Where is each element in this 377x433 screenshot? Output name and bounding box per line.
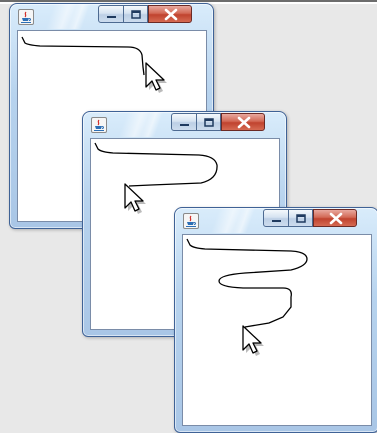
- close-icon: [164, 8, 178, 21]
- maximize-icon: [296, 214, 306, 223]
- java-app-icon[interactable]: [183, 213, 199, 229]
- maximize-icon: [131, 10, 141, 19]
- minimize-button[interactable]: [171, 113, 197, 131]
- drawing-canvas[interactable]: [182, 234, 372, 426]
- close-icon: [329, 212, 343, 225]
- app-window-3[interactable]: [174, 207, 377, 433]
- minimize-icon: [272, 220, 281, 222]
- arrow-cursor-icon: [242, 325, 264, 356]
- drawn-stroke: [21, 36, 145, 76]
- close-button[interactable]: [148, 5, 192, 23]
- close-button[interactable]: [313, 209, 357, 227]
- maximize-button[interactable]: [124, 5, 148, 23]
- minimize-button[interactable]: [98, 5, 124, 23]
- title-bar[interactable]: [10, 4, 213, 29]
- drawn-stroke: [94, 142, 218, 187]
- minimize-button[interactable]: [263, 209, 289, 227]
- arrow-cursor-icon: [145, 62, 167, 93]
- minimize-icon: [107, 16, 116, 18]
- close-button[interactable]: [221, 113, 265, 131]
- minimize-icon: [180, 124, 189, 126]
- title-bar[interactable]: [83, 112, 286, 137]
- arrow-cursor-icon: [124, 183, 146, 214]
- java-app-icon[interactable]: [91, 117, 107, 133]
- java-app-icon[interactable]: [18, 9, 34, 25]
- maximize-button[interactable]: [289, 209, 313, 227]
- maximize-button[interactable]: [197, 113, 221, 131]
- title-bar[interactable]: [175, 208, 377, 233]
- drawn-stroke: [186, 238, 308, 328]
- close-icon: [237, 116, 251, 129]
- maximize-icon: [204, 118, 214, 127]
